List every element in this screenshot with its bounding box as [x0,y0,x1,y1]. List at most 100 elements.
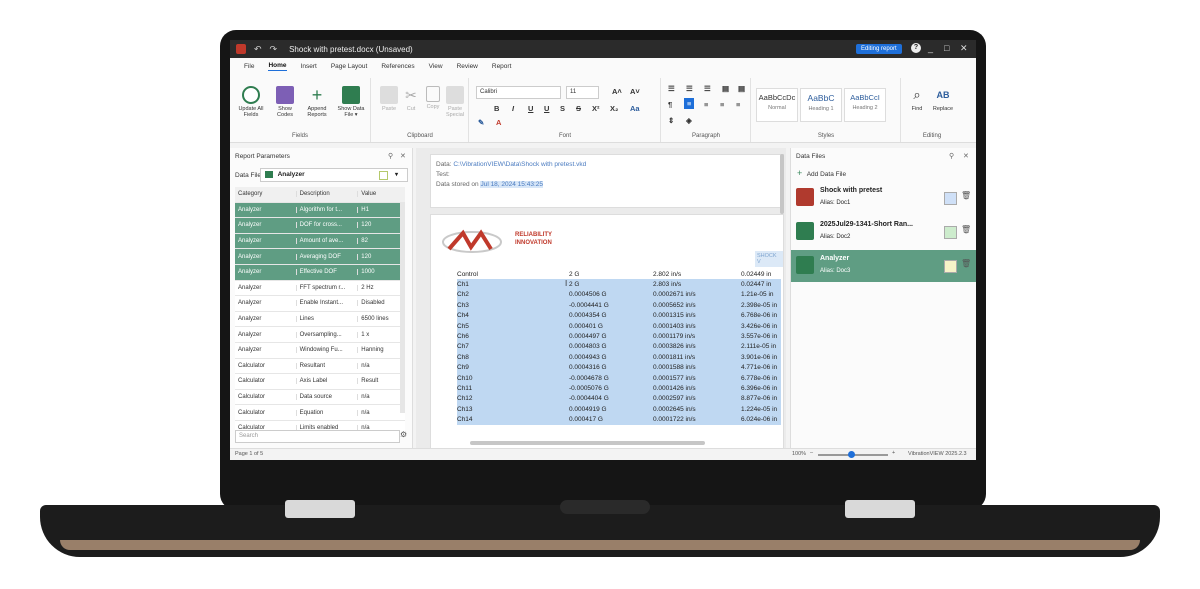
table-row[interactable]: Ch7 0.0004803 G 0.0003826 in/s 2.111e-05 in [457,341,781,353]
justify-icon[interactable]: ≡ [736,100,740,109]
grow-font-button[interactable]: A˄ [612,87,622,96]
table-row[interactable]: Ch12 -0.0004404 G 0.0002597 in/s 8.877e-06 … [457,393,781,405]
gear-icon[interactable]: ⚙ [400,430,407,439]
trash-icon[interactable]: 🗑 [961,259,971,268]
table-row[interactable]: Ch5 0.000401 G 0.0001403 in/s 3.426e-06 in [457,320,781,332]
table-row[interactable]: Ch8 0.0004943 G 0.0001811 in/s 3.901e-06 in [457,352,781,363]
double-strike-button[interactable]: S [576,104,581,113]
style-heading-2[interactable]: AaBbCcI Heading 2 [844,88,886,122]
table-row[interactable]: Ch11 -0.0005076 G 0.0001426 in/s 6.396e-06 … [457,383,781,394]
zoom-level[interactable]: 100% [792,451,806,457]
doc-vscroll[interactable] [780,154,784,214]
table-row[interactable]: Analyzer FFT spectrum r... 2 Hz [235,280,405,297]
font-size-select[interactable]: 11 [566,86,599,99]
table-row[interactable]: Control 2 G 2.802 in/s 0.02449 in [457,269,781,279]
maximize-button[interactable]: □ [944,43,949,53]
paste-special-button[interactable]: Paste Special [440,86,470,118]
menu-home[interactable]: Home [268,62,287,71]
color-swatch[interactable] [944,226,957,239]
append-reports-button[interactable]: + Append Reports [302,86,332,118]
strikethrough-button[interactable]: S [560,104,565,113]
table-row[interactable]: Calculator Axis Label Result [235,374,405,390]
table-row[interactable]: Analyzer Effective DOF 1000 [235,264,405,281]
menu-page-layout[interactable]: Page Layout [331,63,368,70]
shading-icon[interactable]: ◈ [686,116,692,125]
table-row[interactable]: Analyzer Oversampling... 1 x [235,327,405,343]
table-row[interactable]: Analyzer Lines 6500 lines [235,311,405,328]
outdent-icon[interactable]: ▤ [738,84,745,93]
indent-icon[interactable]: ▤ [722,84,729,93]
menu-references[interactable]: References [381,63,414,70]
show-data-file-button[interactable]: Show Data File ▾ [336,86,366,118]
add-data-file-button[interactable]: + Add Data File [797,168,846,178]
numbering-icon[interactable]: ☰ [686,84,693,93]
style-normal[interactable]: AaBbCcDc Normal [756,88,798,122]
zoom-slider-thumb[interactable] [848,451,855,458]
table-row[interactable]: Ch13 0.0004919 G 0.0002645 in/s 1.224e-05 i… [457,404,781,415]
multilevel-icon[interactable]: ☰ [704,84,711,93]
editing-report-badge[interactable]: Editing report [856,44,902,54]
align-left-icon[interactable]: ≡ [684,98,695,109]
table-row[interactable]: Calculator Data source n/a [235,389,405,406]
color-swatch[interactable] [944,260,957,273]
underline-button[interactable]: U [528,104,533,113]
close-button[interactable]: ✕ [960,43,968,54]
italic-button[interactable]: I [512,104,514,113]
table-row[interactable]: Ch4 0.0004354 G 0.0001315 in/s 6.768e-06 in [457,310,781,321]
bullets-icon[interactable]: ☰ [668,84,675,93]
menu-insert[interactable]: Insert [301,63,317,70]
table-row[interactable]: Analyzer DOF for cross... 120 [235,218,405,234]
replace-button[interactable]: AB Replace [928,86,958,112]
parameter-search-input[interactable]: Search [235,430,400,443]
pin-icon[interactable]: ⚲ [388,152,393,160]
change-case-button[interactable]: Aa [630,104,640,113]
menu-review[interactable]: Review [457,63,478,70]
shrink-font-button[interactable]: A˅ [630,87,640,96]
table-row[interactable]: Analyzer Windowing Fu... Hanning [235,342,405,359]
style-heading-1[interactable]: AaBbC Heading 1 [800,88,842,122]
table-row[interactable]: Ch14 0.000417 G 0.0001722 in/s 6.024e-06 in [457,414,781,425]
table-row[interactable]: Ch1 2 G 2.803 in/s 0.02447 in [457,279,781,290]
data-file-select[interactable]: Analyzer ▾ [260,168,408,182]
table-row[interactable]: Ch10 -0.0004678 G 0.0001577 in/s 6.778e-06 … [457,372,781,384]
zoom-in-icon[interactable]: + [892,450,895,456]
data-file-item[interactable]: Analyzer Alias: Doc3 🗑 [791,250,976,282]
align-right-icon[interactable]: ≡ [720,100,724,109]
table-row[interactable]: Analyzer Amount of ave... 82 [235,233,405,250]
grid-scrollbar[interactable] [400,203,405,413]
bold-button[interactable]: B [494,104,499,113]
doc-hscroll[interactable] [470,441,705,445]
panel-close-icon[interactable]: ✕ [963,152,969,160]
minimize-button[interactable]: _ [928,43,933,53]
update-all-fields-button[interactable]: Update All Fields [236,86,266,118]
pilcrow-button[interactable]: ¶ [668,100,672,109]
color-swatch[interactable] [944,192,957,205]
help-icon[interactable]: ? [911,43,921,53]
highlight-icon[interactable]: ✎ [478,118,484,127]
table-row[interactable]: Ch3 -0.0004441 G 0.0005652 in/s 2.398e-05 i… [457,300,781,311]
undo-icon[interactable]: ↶ [254,44,262,55]
menu-file[interactable]: File [244,63,254,70]
table-row[interactable]: Calculator Equation n/a [235,405,405,421]
zoom-out-icon[interactable]: – [810,450,813,456]
table-row[interactable]: Analyzer Enable Instant... Disabled [235,296,405,312]
data-file-item[interactable]: Shock with pretest Alias: Doc1 🗑 [791,182,976,214]
font-color-icon[interactable]: A [496,118,501,127]
trash-icon[interactable]: 🗑 [961,225,971,234]
superscript-button[interactable]: X² [592,104,600,113]
pin-icon[interactable]: ⚲ [949,152,954,160]
table-row[interactable]: Ch6 0.0004497 G 0.0001179 in/s 3.557e-06 in [457,331,781,342]
redo-icon[interactable]: ↷ [270,44,278,55]
menu-report[interactable]: Report [492,63,512,70]
table-row[interactable]: Analyzer Algorithm for t... H1 [235,202,405,219]
panel-close-icon[interactable]: ✕ [400,152,406,160]
font-family-select[interactable]: Calibri [476,86,561,99]
table-row[interactable]: Calculator Resultant n/a [235,358,405,375]
double-underline-button[interactable]: U [544,104,549,113]
show-codes-button[interactable]: Show Codes [270,86,300,118]
align-center-icon[interactable]: ≡ [704,100,708,109]
menu-view[interactable]: View [429,63,443,70]
subscript-button[interactable]: X₂ [610,104,618,113]
table-row[interactable]: Ch2 0.0004506 G 0.0002671 in/s 1.21e-05 in [457,289,781,301]
table-row[interactable]: Analyzer Averaging DOF 120 [235,249,405,265]
